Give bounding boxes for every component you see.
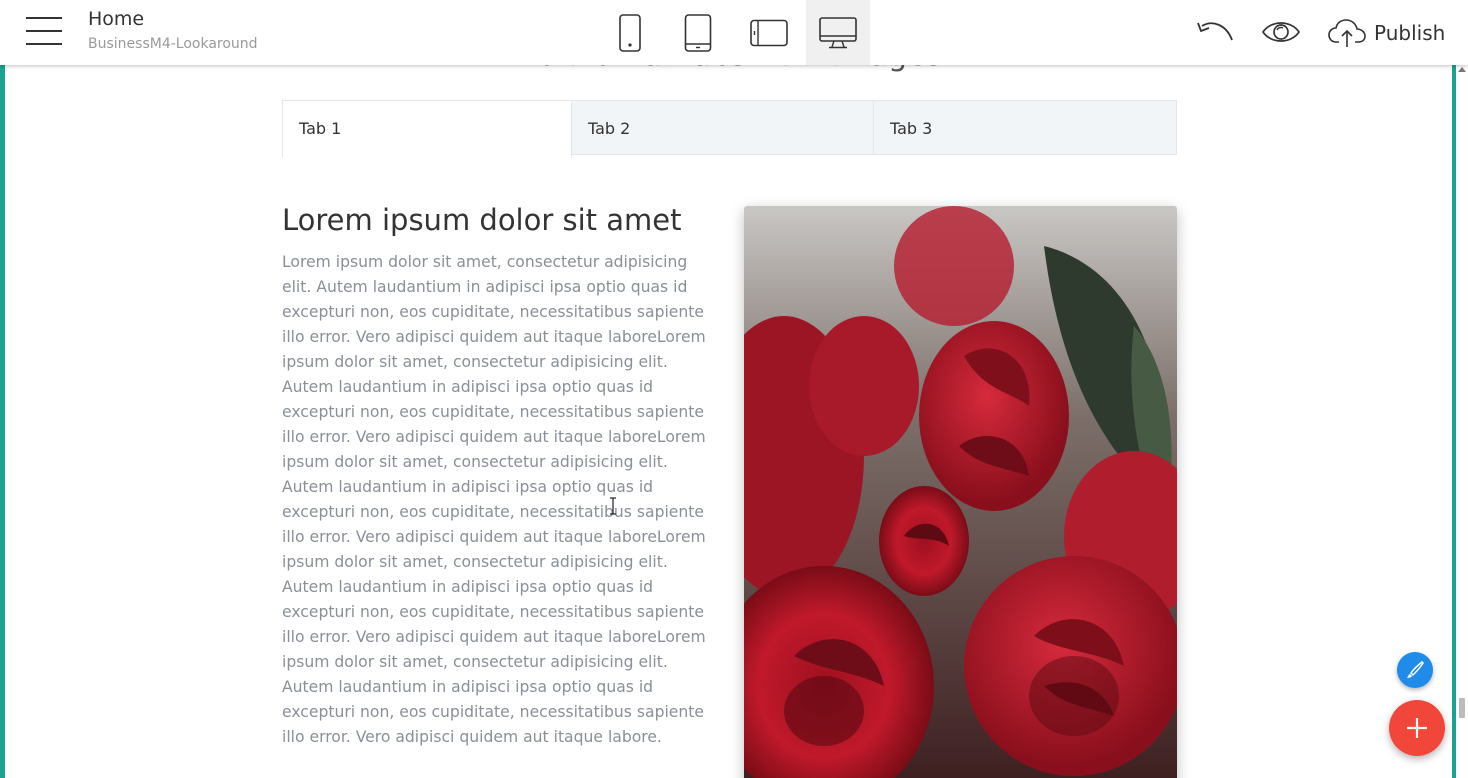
tab-3[interactable]: Tab 3 xyxy=(873,100,1177,155)
tablet-view-button[interactable] xyxy=(666,0,730,65)
tablet-landscape-icon xyxy=(750,19,788,46)
top-toolbar: Home BusinessM4-Lookaround Publish xyxy=(0,0,1468,65)
tabs-bar: Tab 1 Tab 2 Tab 3 xyxy=(282,100,1177,158)
mobile-view-button[interactable] xyxy=(598,0,662,65)
hamburger-menu-icon[interactable] xyxy=(26,17,62,45)
tablet-icon xyxy=(684,13,712,52)
roses-illustration xyxy=(744,206,1177,778)
tab-1[interactable]: Tab 1 xyxy=(282,100,572,158)
cloud-upload-icon xyxy=(1328,19,1366,47)
mobile-icon xyxy=(619,13,641,52)
tab-2[interactable]: Tab 2 xyxy=(571,100,874,155)
page-title[interactable]: Home xyxy=(88,8,144,30)
add-block-button[interactable] xyxy=(1389,700,1445,756)
publish-button[interactable]: Publish xyxy=(1328,17,1445,49)
page-canvas: Horizontal tabs with images Tab 1 Tab 2 … xyxy=(5,65,1452,778)
brush-button[interactable] xyxy=(1397,652,1433,688)
undo-icon[interactable] xyxy=(1196,20,1234,44)
plus-icon xyxy=(1407,718,1427,738)
vertical-scrollbar[interactable] xyxy=(1456,65,1468,778)
scroll-thumb[interactable] xyxy=(1459,698,1465,718)
tablet-landscape-view-button[interactable] xyxy=(737,0,801,65)
brush-icon xyxy=(1407,660,1424,678)
desktop-view-button[interactable] xyxy=(806,0,870,65)
publish-label: Publish xyxy=(1374,21,1446,45)
scroll-up-arrow-icon[interactable] xyxy=(1458,67,1466,72)
i-beam-cursor-icon xyxy=(610,497,616,515)
eye-icon[interactable] xyxy=(1262,19,1300,45)
section-title[interactable]: Horizontal tabs with images xyxy=(5,65,1452,73)
roses-image[interactable] xyxy=(744,206,1177,778)
article-body[interactable]: Lorem ipsum dolor sit amet, consectetur … xyxy=(282,250,718,750)
article-heading[interactable]: Lorem ipsum dolor sit amet xyxy=(282,203,682,237)
project-name: BusinessM4-Lookaround xyxy=(88,36,258,52)
desktop-icon xyxy=(819,16,857,48)
